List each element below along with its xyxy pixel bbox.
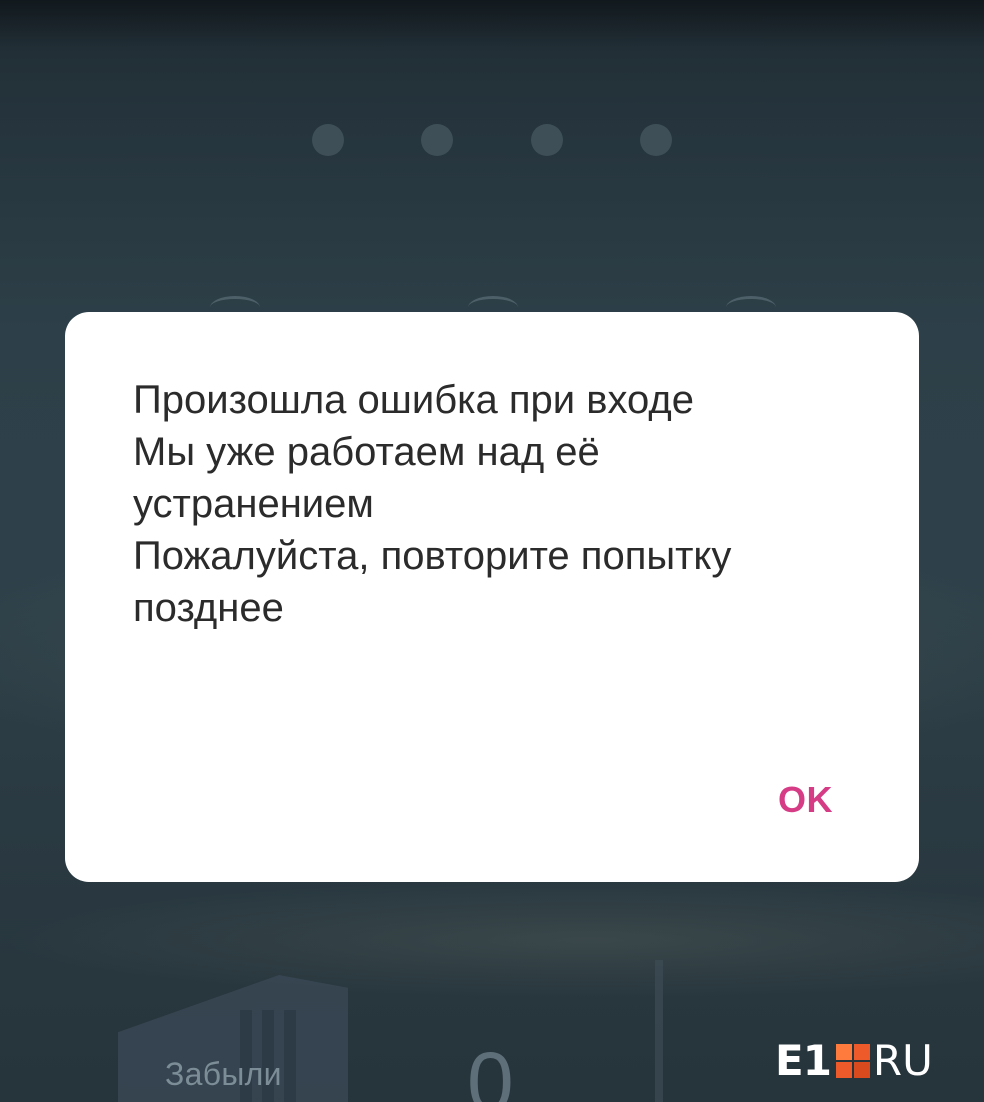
dialog-message-line: Мы уже работаем над её: [133, 430, 600, 474]
background-haze: [0, 880, 984, 1000]
pin-dot-icon: [312, 124, 344, 156]
status-bar-shade: [0, 0, 984, 48]
pin-dot-icon: [421, 124, 454, 156]
e1-watermark-logo: E1 RU: [775, 1038, 933, 1084]
keypad-key-0[interactable]: 0: [467, 1040, 514, 1102]
forgot-pin-link[interactable]: Забыли: [165, 1056, 282, 1093]
logo-square-icon: [835, 1044, 870, 1078]
tower-silhouette: [655, 960, 663, 1102]
lock-screen: Забыли 0 E1 RU Произошла ошибка при вход…: [0, 0, 984, 1102]
pin-dot-icon: [530, 124, 563, 156]
dialog-message-line: устранением: [133, 482, 374, 526]
error-dialog: Произошла ошибка при входе Мы уже работа…: [65, 312, 919, 882]
dialog-message-line: Пожалуйста, повторите попытку: [133, 534, 732, 578]
dialog-message: Произошла ошибка при входе Мы уже работа…: [133, 374, 853, 634]
pin-dot-icon: [639, 124, 672, 156]
ok-button[interactable]: OK: [774, 775, 837, 825]
dialog-message-line: Произошла ошибка при входе: [133, 378, 694, 422]
logo-e1-text: E1: [775, 1036, 832, 1085]
dialog-message-line: позднее: [133, 586, 284, 630]
logo-ru-text: RU: [872, 1036, 933, 1085]
pin-indicator: [312, 124, 672, 156]
